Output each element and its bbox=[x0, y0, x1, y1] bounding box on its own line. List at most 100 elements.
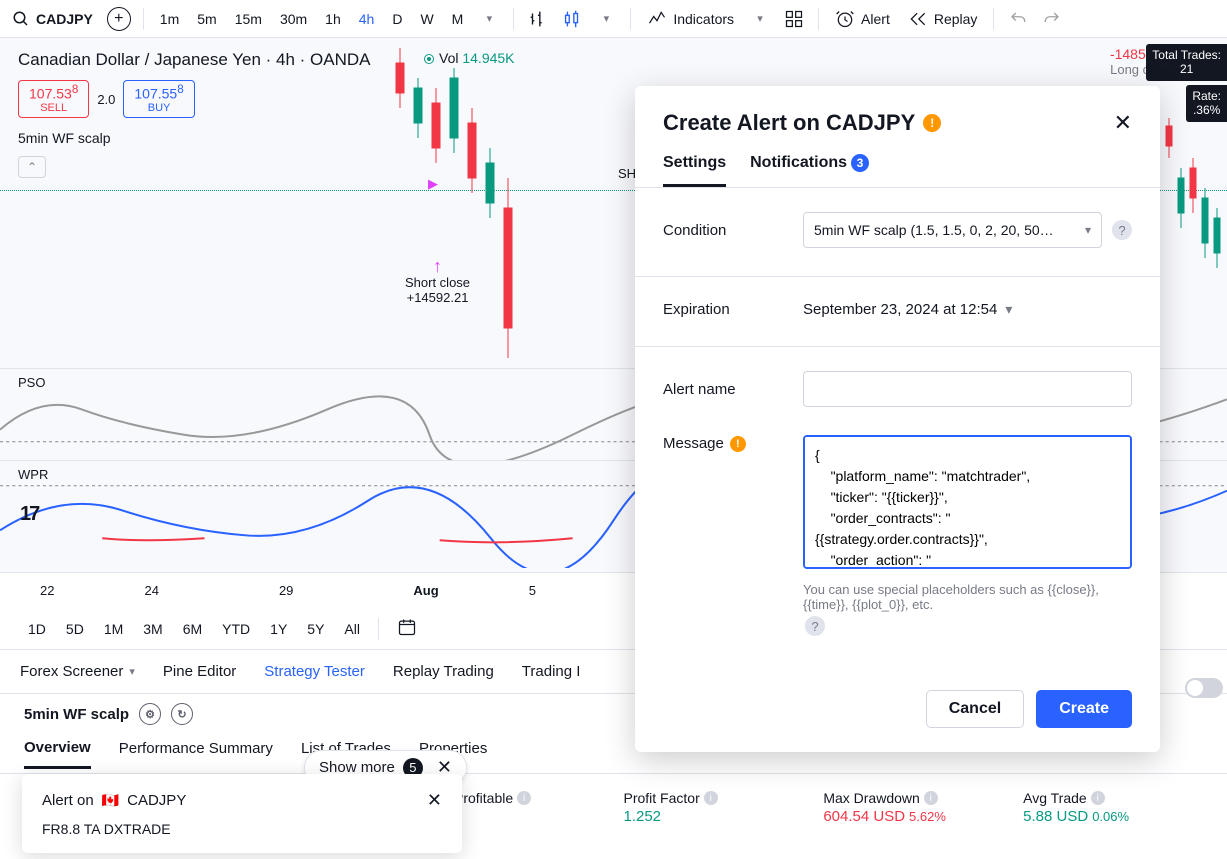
bar-style-button[interactable] bbox=[522, 3, 554, 35]
calendar-button[interactable] bbox=[389, 613, 425, 644]
strategy-reload-button[interactable]: ↻ bbox=[171, 703, 193, 725]
cancel-button[interactable]: Cancel bbox=[926, 690, 1024, 728]
indicators-dropdown[interactable]: ▾ bbox=[744, 3, 776, 35]
interval-W[interactable]: W bbox=[412, 3, 441, 35]
alert-name-input[interactable] bbox=[803, 371, 1132, 407]
range-5y[interactable]: 5Y bbox=[299, 617, 332, 641]
message-label: Message! bbox=[663, 435, 803, 452]
alert-button[interactable]: Alert bbox=[827, 3, 898, 35]
interval-1h[interactable]: 1h bbox=[317, 3, 349, 35]
help-button[interactable]: ? bbox=[1112, 220, 1132, 240]
chevron-down-icon: ▾ bbox=[1005, 301, 1012, 318]
warning-icon: ! bbox=[923, 114, 941, 132]
indicators-icon bbox=[647, 9, 667, 29]
tab-pine-editor[interactable]: Pine Editor bbox=[163, 663, 236, 680]
toast-title: Alert on 🇨🇦 CADJPY bbox=[42, 792, 186, 809]
interval-1m[interactable]: 1m bbox=[152, 3, 187, 35]
time-tick: 5 bbox=[529, 583, 536, 598]
range-all[interactable]: All bbox=[336, 617, 368, 641]
profit-factor-label: Profit Factor bbox=[623, 790, 699, 806]
modal-tab-notifications[interactable]: Notifications3 bbox=[750, 154, 869, 187]
condition-label: Condition bbox=[663, 222, 803, 239]
tab-strategy-tester[interactable]: Strategy Tester bbox=[264, 663, 365, 680]
buy-quote[interactable]: 107.558 BUY bbox=[123, 80, 194, 118]
message-textarea[interactable] bbox=[803, 435, 1132, 569]
expiration-picker[interactable]: September 23, 2024 at 12:54 ▾ bbox=[803, 301, 1132, 318]
range-1y[interactable]: 1Y bbox=[262, 617, 295, 641]
time-tick: 24 bbox=[144, 583, 158, 598]
calendar-icon bbox=[397, 617, 417, 637]
symbol-search[interactable]: CADJPY bbox=[4, 3, 101, 35]
strategy-name: 5min WF scalp bbox=[24, 706, 129, 723]
modal-tab-settings[interactable]: Settings bbox=[663, 154, 726, 187]
chevron-down-icon: ▾ bbox=[757, 12, 763, 25]
range-1d[interactable]: 1D bbox=[20, 617, 54, 641]
subtab-overview[interactable]: Overview bbox=[24, 739, 91, 769]
tradingview-logo: 17 bbox=[20, 503, 38, 526]
help-icon: ? bbox=[811, 619, 818, 634]
style-dropdown[interactable]: ▾ bbox=[590, 3, 622, 35]
interval-5m[interactable]: 5m bbox=[189, 3, 224, 35]
notification-count-badge: 3 bbox=[851, 154, 869, 172]
tab-replay-trading[interactable]: Replay Trading bbox=[393, 663, 494, 680]
strategy-settings-button[interactable]: ⚙ bbox=[139, 703, 161, 725]
top-toolbar: CADJPY + 1m 5m 15m 30m 1h 4h D W M ▾ ▾ I… bbox=[0, 0, 1227, 38]
subtab-performance[interactable]: Performance Summary bbox=[119, 740, 273, 767]
close-icon: ✕ bbox=[1114, 110, 1132, 135]
candle-style-button[interactable] bbox=[556, 3, 588, 35]
toast-subtitle: FR8.8 TA DXTRADE bbox=[42, 821, 442, 837]
help-icon: ? bbox=[1118, 223, 1125, 238]
chevron-down-icon: ▾ bbox=[604, 12, 610, 25]
info-icon[interactable]: i bbox=[924, 791, 938, 805]
undo-icon bbox=[1009, 10, 1027, 28]
avg-trade-label: Avg Trade bbox=[1023, 790, 1087, 806]
indicators-button[interactable]: Indicators bbox=[639, 3, 742, 35]
rate-badge: Rate:.36% bbox=[1186, 85, 1227, 122]
interval-D[interactable]: D bbox=[384, 3, 410, 35]
interval-15m[interactable]: 15m bbox=[227, 3, 270, 35]
interval-30m[interactable]: 30m bbox=[272, 3, 315, 35]
range-3m[interactable]: 3M bbox=[135, 617, 170, 641]
search-icon bbox=[12, 10, 30, 28]
placeholder-hint: You can use special placeholders such as… bbox=[803, 582, 1132, 636]
redo-icon bbox=[1043, 10, 1061, 28]
alert-name-label: Alert name bbox=[663, 381, 803, 398]
chevron-down-icon: ▾ bbox=[129, 665, 135, 678]
plus-icon: + bbox=[107, 7, 131, 31]
tab-forex-screener[interactable]: Forex Screener ▾ bbox=[20, 663, 135, 680]
info-icon[interactable]: i bbox=[704, 791, 718, 805]
tab-trading[interactable]: Trading I bbox=[522, 663, 581, 680]
redo-button[interactable] bbox=[1036, 3, 1068, 35]
range-1m[interactable]: 1M bbox=[96, 617, 131, 641]
sell-quote[interactable]: 107.538 SELL bbox=[18, 80, 89, 118]
interval-4h[interactable]: 4h bbox=[351, 3, 383, 35]
alert-toast: Alert on 🇨🇦 CADJPY ✕ FR8.8 TA DXTRADE bbox=[22, 774, 462, 853]
help-button[interactable]: ? bbox=[805, 616, 825, 636]
reload-icon: ↻ bbox=[177, 708, 186, 721]
close-button[interactable]: ✕ bbox=[1114, 112, 1132, 134]
modal-title: Create Alert on CADJPY! bbox=[663, 110, 941, 136]
signal-marker-icon: ▶ bbox=[428, 176, 438, 192]
symbol-text: CADJPY bbox=[36, 11, 93, 27]
info-icon[interactable]: i bbox=[517, 791, 531, 805]
wpr-label: WPR bbox=[18, 467, 48, 482]
collapse-button[interactable]: ⌃ bbox=[18, 156, 46, 178]
interval-M[interactable]: M bbox=[444, 3, 472, 35]
condition-select[interactable]: 5min WF scalp (1.5, 1.5, 0, 2, 20, 50… ▾ bbox=[803, 212, 1102, 248]
templates-button[interactable] bbox=[778, 3, 810, 35]
candles-icon bbox=[561, 8, 583, 30]
time-tick: 22 bbox=[40, 583, 54, 598]
toast-close-button[interactable]: ✕ bbox=[427, 790, 442, 811]
add-symbol-button[interactable]: + bbox=[103, 3, 135, 35]
undo-button[interactable] bbox=[1002, 3, 1034, 35]
range-ytd[interactable]: YTD bbox=[214, 617, 258, 641]
info-icon[interactable]: i bbox=[1091, 791, 1105, 805]
replay-button[interactable]: Replay bbox=[900, 3, 986, 35]
range-6m[interactable]: 6M bbox=[175, 617, 210, 641]
interval-dropdown[interactable]: ▾ bbox=[473, 3, 505, 35]
range-5d[interactable]: 5D bbox=[58, 617, 92, 641]
expiration-label: Expiration bbox=[663, 301, 803, 318]
pso-label: PSO bbox=[18, 375, 45, 390]
create-button[interactable]: Create bbox=[1036, 690, 1132, 728]
panel-toggle[interactable] bbox=[1185, 678, 1223, 698]
